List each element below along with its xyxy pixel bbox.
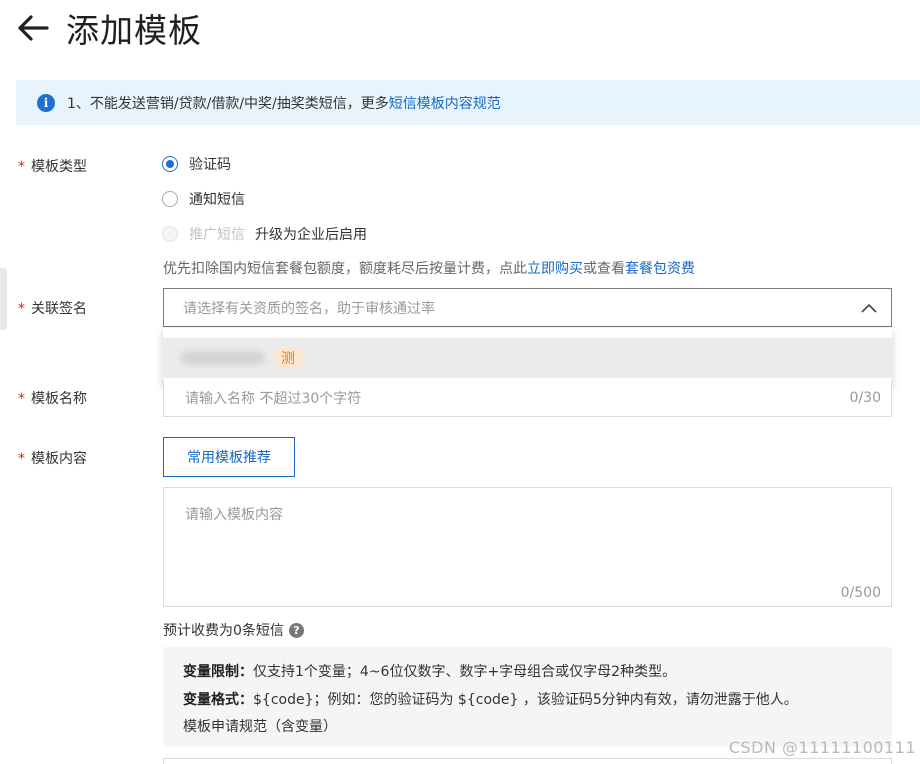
buy-now-link[interactable]: 立即购买 bbox=[527, 261, 583, 277]
template-content-textarea[interactable]: 请输入模板内容 0/500 bbox=[163, 487, 892, 607]
signature-label: * 关联签名 bbox=[18, 301, 87, 317]
content-placeholder: 请输入模板内容 bbox=[185, 507, 283, 523]
signature-placeholder: 请选择有关资质的签名，助于审核通过率 bbox=[183, 300, 435, 317]
radio-verification-code[interactable]: 验证码 bbox=[162, 154, 231, 174]
info-icon: i bbox=[37, 93, 55, 112]
fee-estimate: 预计收费为0条短信 ? bbox=[163, 620, 304, 640]
content-char-counter: 0/500 bbox=[840, 585, 881, 601]
variable-limit: 变量限制：仅支持1个变量；4~6位仅数字、数字+字母组合或仅字母2种类型。 bbox=[183, 664, 677, 680]
upgrade-note: 升级为企业后启用 bbox=[255, 227, 367, 243]
recommend-template-button[interactable]: 常用模板推荐 bbox=[163, 437, 295, 477]
template-name-placeholder: 请输入名称 不超过30个字符 bbox=[185, 391, 362, 407]
signature-dropdown: 测 bbox=[163, 328, 892, 388]
side-handle[interactable] bbox=[0, 268, 7, 330]
required-mark: * bbox=[18, 451, 25, 467]
radio-notification-sms[interactable]: 通知短信 bbox=[162, 189, 245, 209]
page-title: 添加模板 bbox=[66, 11, 202, 50]
required-mark: * bbox=[18, 301, 25, 317]
content-spec-link[interactable]: 短信模板内容规范 bbox=[389, 93, 501, 113]
template-content-label: * 模板内容 bbox=[18, 451, 87, 467]
required-mark: * bbox=[18, 391, 25, 407]
radio-checked-icon[interactable] bbox=[162, 156, 178, 172]
template-name-label: * 模板名称 bbox=[18, 391, 87, 407]
variable-rules-box: 变量限制：仅支持1个变量；4~6位仅数字、数字+字母组合或仅字母2种类型。 变量… bbox=[163, 647, 892, 747]
template-spec-link[interactable]: 模板申请规范（含变量） bbox=[183, 716, 337, 736]
radio-unchecked-icon[interactable] bbox=[162, 191, 178, 207]
chevron-up-icon bbox=[861, 303, 877, 313]
radio-disabled-icon bbox=[162, 226, 178, 242]
notice-text: 1、不能发送营销/贷款/借款/中奖/抽奖类短信，更多 bbox=[67, 95, 389, 112]
help-icon[interactable]: ? bbox=[288, 622, 304, 638]
blurred-signature bbox=[181, 351, 265, 365]
next-field-edge bbox=[163, 758, 892, 764]
notice-banner: i 1、不能发送营销/贷款/借款/中奖/抽奖类短信，更多 短信模板内容规范 bbox=[16, 80, 920, 125]
required-mark: * bbox=[18, 159, 25, 175]
test-tag: 测 bbox=[273, 347, 303, 369]
watermark: CSDN @11111100111 bbox=[728, 738, 916, 757]
variable-format: 变量格式：${code}；例如：您的验证码为 ${code} ，该验证码5分钟内… bbox=[183, 692, 798, 708]
arrow-left-icon[interactable] bbox=[16, 11, 50, 45]
template-type-label: * 模板类型 bbox=[18, 159, 87, 175]
name-char-counter: 0/30 bbox=[849, 390, 881, 406]
signature-option[interactable]: 测 bbox=[163, 338, 892, 378]
package-pricing-link[interactable]: 套餐包资费 bbox=[625, 261, 695, 277]
signature-select[interactable]: 请选择有关资质的签名，助于审核通过率 bbox=[163, 288, 892, 327]
billing-hint: 优先扣除国内短信套餐包额度，额度耗尽后按量计费，点此立即购买或查看套餐包资费 bbox=[163, 261, 695, 277]
radio-promotion-sms: 推广短信 升级为企业后启用 bbox=[162, 224, 367, 244]
template-name-input[interactable]: 请输入名称 不超过30个字符 0/30 bbox=[163, 380, 892, 417]
page-header: 添加模板 bbox=[16, 4, 202, 52]
